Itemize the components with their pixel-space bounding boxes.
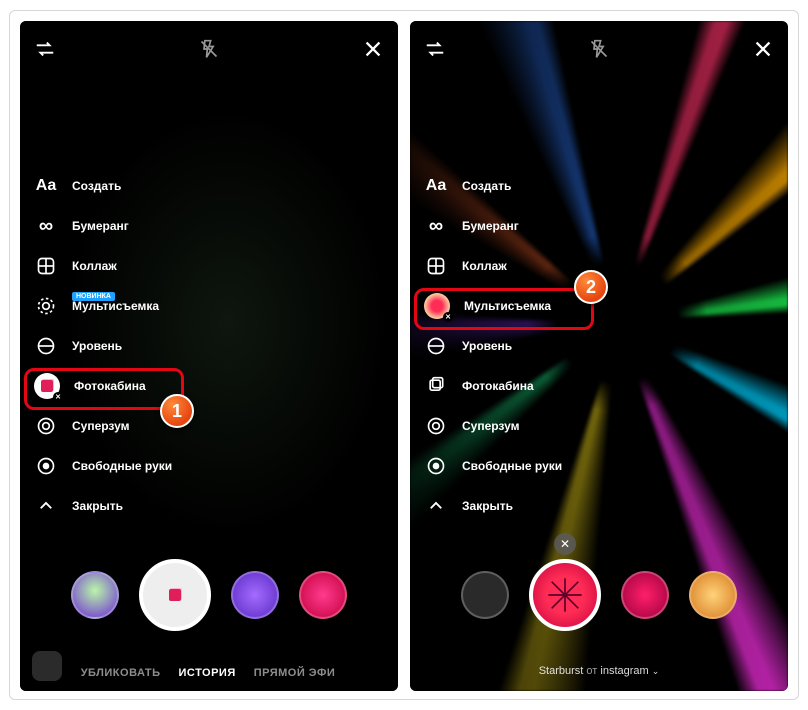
menu-item-multicapture[interactable]: НОВИНКА Мультисъемка: [34, 291, 172, 321]
menu-item-photobooth[interactable]: Фотокабина: [424, 371, 562, 401]
menu-label: Коллаж: [72, 259, 117, 273]
menu-item-create[interactable]: Aa Создать: [34, 171, 172, 201]
menu-item-close[interactable]: Закрыть: [34, 491, 172, 521]
mode-menu: Aa Создать ∞ Бумеранг Коллаж НОВИНКА Мул…: [34, 171, 172, 521]
callout-1: 1: [160, 394, 194, 428]
menu-label: Суперзум: [72, 419, 130, 433]
infinity-icon: ∞: [424, 214, 448, 238]
menu-item-layout[interactable]: Коллаж: [34, 251, 172, 281]
level-icon: [34, 334, 58, 358]
menu-label: Фотокабина: [462, 379, 534, 393]
menu-label: Коллаж: [462, 259, 507, 273]
chevron-down-icon: ⌄: [652, 666, 660, 676]
settings-swap-icon[interactable]: [424, 38, 446, 60]
menu-item-handsfree[interactable]: Свободные руки: [424, 451, 562, 481]
chevron-up-icon: [34, 494, 58, 518]
effects-carousel[interactable]: [20, 557, 398, 633]
multicapture-icon: [34, 294, 58, 318]
menu-item-create[interactable]: Aa Создать: [424, 171, 562, 201]
filter-name: Starburst: [539, 665, 584, 677]
phone-right: Aa Создать ∞ Бумеранг Коллаж ✕ Мультисъе…: [410, 21, 788, 691]
layout-icon: [424, 254, 448, 278]
mode-menu: Aa Создать ∞ Бумеранг Коллаж ✕ Мультисъе…: [424, 171, 562, 521]
new-badge: НОВИНКА: [72, 292, 115, 301]
menu-label: Создать: [462, 179, 511, 193]
menu-item-superzoom[interactable]: Суперзум: [424, 411, 562, 441]
menu-item-level[interactable]: Уровень: [34, 331, 172, 361]
menu-item-multicapture[interactable]: ✕ Мультисъемка: [424, 291, 562, 321]
clear-effect-icon[interactable]: ✕: [554, 533, 576, 555]
mode-publish[interactable]: УБЛИКОВАТЬ: [81, 667, 161, 679]
mode-story[interactable]: ИСТОРИЯ: [179, 667, 236, 679]
menu-item-layout[interactable]: Коллаж: [424, 251, 562, 281]
close-icon[interactable]: [362, 38, 384, 60]
filter-credit[interactable]: Starburst от instagram ⌄: [410, 665, 788, 677]
shutter-button[interactable]: ✕: [529, 559, 601, 631]
menu-label: Закрыть: [72, 499, 123, 513]
filter-author: instagram: [600, 665, 648, 677]
comparison-frame: Aa Создать ∞ Бумеранг Коллаж НОВИНКА Мул…: [9, 10, 799, 700]
menu-label: Свободные руки: [72, 459, 172, 473]
photobooth-shutter-icon: [169, 589, 181, 601]
superzoom-icon: [424, 414, 448, 438]
menu-item-boomerang[interactable]: ∞ Бумеранг: [34, 211, 172, 241]
effect-thumb[interactable]: [621, 571, 669, 619]
menu-label: Бумеранг: [72, 219, 129, 233]
text-icon: Aa: [424, 174, 448, 198]
handsfree-icon: [34, 454, 58, 478]
menu-label: Создать: [72, 179, 121, 193]
close-icon[interactable]: [752, 38, 774, 60]
top-bar: [20, 29, 398, 69]
mode-live[interactable]: ПРЯМОЙ ЭФИ: [254, 667, 336, 679]
menu-item-superzoom[interactable]: Суперзум: [34, 411, 172, 441]
flash-off-icon[interactable]: [588, 38, 610, 60]
menu-label: Свободные руки: [462, 459, 562, 473]
effect-thumb[interactable]: [299, 571, 347, 619]
menu-item-boomerang[interactable]: ∞ Бумеранг: [424, 211, 562, 241]
effects-carousel[interactable]: ✕: [410, 557, 788, 633]
multicapture-icon: ✕: [424, 293, 450, 319]
effect-thumb[interactable]: [71, 571, 119, 619]
superzoom-icon: [34, 414, 58, 438]
phone-left: Aa Создать ∞ Бумеранг Коллаж НОВИНКА Мул…: [20, 21, 398, 691]
effect-thumb[interactable]: [461, 571, 509, 619]
infinity-icon: ∞: [34, 214, 58, 238]
photobooth-icon: ✕: [34, 373, 60, 399]
shutter-button[interactable]: [139, 559, 211, 631]
menu-label: Мультисъемка: [464, 299, 551, 313]
menu-label: Бумеранг: [462, 219, 519, 233]
menu-label: Закрыть: [462, 499, 513, 513]
menu-label: Уровень: [462, 339, 512, 353]
chevron-up-icon: [424, 494, 448, 518]
menu-label: Фотокабина: [74, 379, 146, 393]
photobooth-icon: [424, 374, 448, 398]
text-icon: Aa: [34, 174, 58, 198]
menu-label: Уровень: [72, 339, 122, 353]
level-icon: [424, 334, 448, 358]
handsfree-icon: [424, 454, 448, 478]
flash-off-icon[interactable]: [198, 38, 220, 60]
mode-switcher[interactable]: УБЛИКОВАТЬ ИСТОРИЯ ПРЯМОЙ ЭФИ: [20, 667, 398, 679]
menu-label: Мультисъемка: [72, 299, 159, 313]
layout-icon: [34, 254, 58, 278]
callout-2: 2: [574, 270, 608, 304]
menu-label: Суперзум: [462, 419, 520, 433]
effect-thumb[interactable]: [231, 571, 279, 619]
menu-item-level[interactable]: Уровень: [424, 331, 562, 361]
menu-item-handsfree[interactable]: Свободные руки: [34, 451, 172, 481]
settings-swap-icon[interactable]: [34, 38, 56, 60]
filter-by: от: [586, 665, 597, 677]
effect-thumb[interactable]: [689, 571, 737, 619]
top-bar: [410, 29, 788, 69]
menu-item-photobooth[interactable]: ✕ Фотокабина: [34, 371, 172, 401]
menu-item-close[interactable]: Закрыть: [424, 491, 562, 521]
